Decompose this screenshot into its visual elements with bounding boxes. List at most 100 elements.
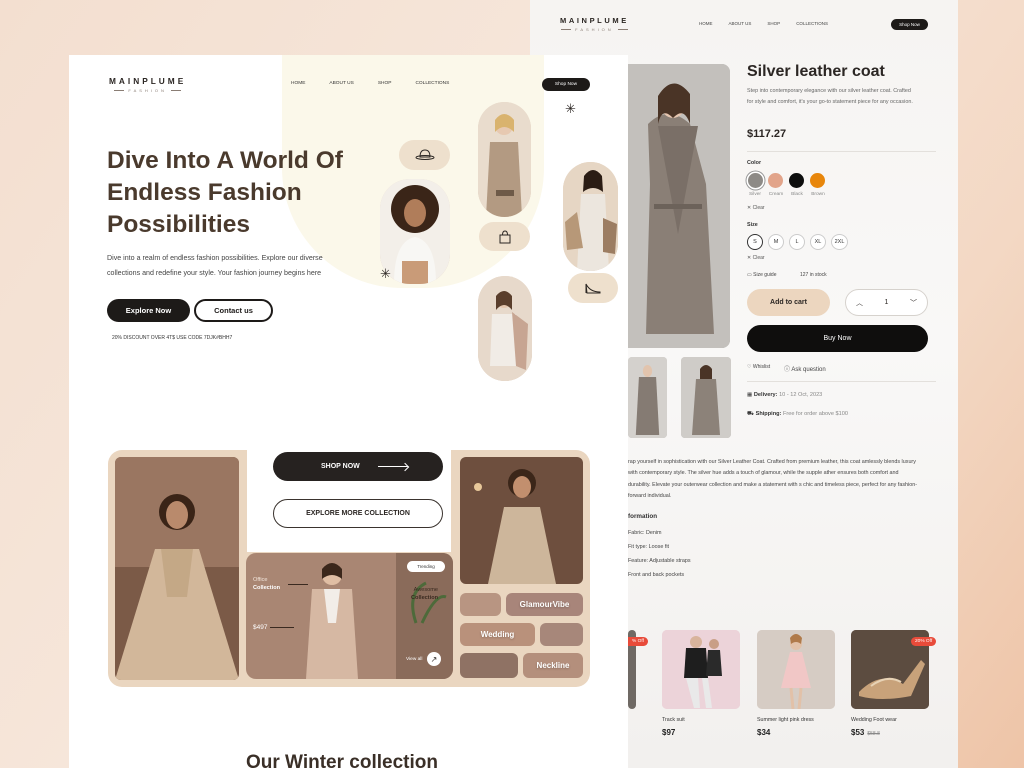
explore-more-collection-button[interactable]: EXPLORE MORE COLLECTION: [273, 499, 443, 528]
color-label: Color: [747, 160, 762, 166]
brand-logo[interactable]: MAINPLUME FASHION: [109, 76, 186, 93]
shipping-info: ⛟ Shipping: Free for order above $100: [747, 411, 848, 417]
chevron-up-icon[interactable]: ︿: [856, 298, 863, 308]
callout-line: [270, 627, 294, 628]
spec-item: Fit type: Loose fit: [628, 544, 670, 550]
awesome-collection-label: Awesome Collection: [411, 587, 439, 601]
trending-badge: Trending: [407, 561, 445, 572]
tag-thumb: [540, 623, 583, 646]
product-long-description: rap yourself in sophistication with our …: [628, 459, 918, 500]
explore-now-button[interactable]: Explore Now: [107, 299, 190, 322]
sparkle-icon: ✳: [380, 266, 391, 281]
nav-home[interactable]: HOME: [291, 81, 305, 86]
size-option-l[interactable]: L: [789, 234, 805, 250]
divider: [747, 151, 936, 152]
promo-code-text: 20% DISCOUNT OVER 4T$ USE CODE 7DJK#BHH7: [112, 335, 233, 341]
size-option-xl[interactable]: XL: [810, 234, 826, 250]
model-image-pink-blazer: [478, 276, 532, 381]
related-card-track-suit[interactable]: [662, 630, 740, 709]
add-to-cart-button[interactable]: Add to cart: [747, 289, 830, 316]
nav-about[interactable]: ABOUT US: [329, 81, 353, 86]
shop-now-button[interactable]: Shop Now: [542, 78, 590, 91]
nav-collections[interactable]: COLLECTIONS: [415, 81, 449, 86]
section-heading: Our Winter collection: [246, 752, 438, 768]
color-swatch-cream[interactable]: [768, 173, 783, 188]
shop-now-collection-button[interactable]: SHOP NOW: [273, 452, 443, 481]
nav-shop[interactable]: SHOP: [767, 21, 780, 26]
discount-badge: % Off: [628, 637, 648, 646]
information-heading: formation: [628, 513, 658, 520]
landing-page: MAINPLUME FASHION HOME ABOUT US SHOP COL…: [69, 55, 628, 768]
related-name[interactable]: Summer light pink dress: [757, 717, 814, 723]
quantity-stepper[interactable]: ︿ 1 ﹀: [845, 289, 928, 316]
tag-glamourvibe[interactable]: GlamourVibe: [506, 593, 583, 616]
clear-size-button[interactable]: ✕ Clear: [747, 255, 765, 261]
product-main-image[interactable]: [628, 64, 730, 348]
size-option-s[interactable]: S: [747, 234, 763, 250]
heel-shoe-icon: [568, 273, 618, 303]
related-card-pink-dress[interactable]: [757, 630, 835, 709]
collection-image-gown[interactable]: [115, 457, 239, 680]
related-name[interactable]: Wedding Foot wear: [851, 717, 897, 723]
color-name: Cream: [768, 192, 784, 197]
discount-badge: 20% Off: [911, 637, 937, 646]
chevron-down-icon[interactable]: ﹀: [910, 298, 917, 308]
related-name[interactable]: Track suit: [662, 717, 685, 723]
color-swatch-black[interactable]: [789, 173, 804, 188]
brand-wordmark: MAINPLUME: [109, 76, 187, 86]
product-short-description: Step into contemporary elegance with our…: [747, 88, 913, 105]
color-swatch-silver[interactable]: [748, 173, 763, 188]
nav-about[interactable]: ABOUT US: [729, 21, 752, 26]
office-collection-label: Office Collection: [253, 577, 281, 591]
nav-collections[interactable]: COLLECTIONS: [796, 21, 828, 26]
related-price: $97: [662, 728, 676, 737]
arrow-up-right-icon[interactable]: ↗: [427, 652, 441, 666]
nav-shop[interactable]: SHOP: [378, 81, 392, 86]
callout-line: [288, 584, 308, 585]
brand-wordmark: MAINPLUME: [560, 16, 629, 25]
wishlist-button[interactable]: ♡ Whislist: [747, 364, 770, 370]
tag-thumb: [460, 653, 518, 678]
color-swatch-brown[interactable]: [810, 173, 825, 188]
size-guide-link[interactable]: ▭ Size guide: [747, 272, 776, 278]
stock-count: 127 in stock: [800, 272, 827, 278]
close-icon: ✕: [747, 255, 752, 261]
shop-now-button[interactable]: Shop Now: [891, 19, 928, 30]
hat-icon: [399, 140, 450, 170]
related-price: $34: [757, 728, 771, 737]
top-nav: HOME ABOUT US SHOP COLLECTIONS: [699, 21, 828, 26]
product-price: $117.27: [747, 128, 787, 140]
question-icon: ⓘ: [784, 367, 791, 373]
tag-thumb: [460, 593, 501, 616]
old-price: $58.8: [867, 731, 880, 737]
product-thumbnail-2[interactable]: [681, 357, 731, 438]
collection-image-sparkle-gown[interactable]: [460, 457, 583, 584]
tag-wedding[interactable]: Wedding: [460, 623, 535, 646]
product-title: Silver leather coat: [747, 63, 885, 80]
color-name: Silver: [749, 192, 761, 197]
sparkle-icon: ✳: [565, 101, 576, 116]
clear-color-button[interactable]: ✕ Clear: [747, 205, 765, 211]
ask-question-button[interactable]: ⓘ Ask question: [784, 364, 826, 373]
delivery-info: ▦ Delivery: 10 - 12 Oct, 2023: [747, 392, 823, 398]
contact-us-button[interactable]: Contact us: [194, 299, 273, 322]
truck-icon: ⛟: [747, 411, 755, 417]
arrow-right-icon: [377, 466, 408, 467]
size-option-m[interactable]: M: [768, 234, 784, 250]
hero-headline: Dive Into A World Of Endless Fashion Pos…: [107, 147, 343, 238]
tag-neckline[interactable]: Neckline: [523, 653, 583, 678]
brand-logo[interactable]: MAINPLUME FASHION: [560, 16, 629, 32]
top-nav: HOME ABOUT US SHOP COLLECTIONS: [291, 81, 473, 86]
model-image-beige-suit: [478, 102, 531, 217]
size-option-2xl[interactable]: 2XL: [831, 234, 848, 250]
color-name: Black: [791, 192, 803, 197]
spec-item: Feature: Adjustable straps: [628, 558, 691, 564]
color-name: Brown: [811, 192, 825, 197]
close-icon: ✕: [747, 205, 752, 211]
brand-tagline: FASHION: [128, 88, 167, 93]
view-all-link[interactable]: View all: [406, 657, 422, 662]
spec-item: Front and back pockets: [628, 572, 685, 578]
nav-home[interactable]: HOME: [699, 21, 713, 26]
product-thumbnail-1[interactable]: [628, 357, 667, 438]
buy-now-button[interactable]: Buy Now: [747, 325, 928, 352]
